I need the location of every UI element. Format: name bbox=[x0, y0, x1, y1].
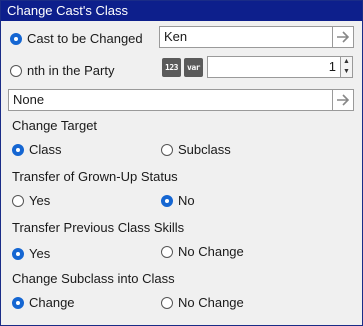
nth-radio-indicator[interactable] bbox=[10, 64, 22, 77]
class-skills-yes-radio[interactable]: Yes bbox=[12, 245, 50, 261]
radio-indicator[interactable] bbox=[161, 296, 173, 309]
change-class-panel: Change Cast's Class Cast to be Changed K… bbox=[0, 0, 363, 326]
subclass-into-class-heading: Change Subclass into Class bbox=[12, 271, 175, 286]
cast-select-button[interactable] bbox=[332, 26, 354, 48]
cast-radio[interactable]: Cast to be Changed bbox=[10, 30, 143, 46]
change-target-subclass-radio[interactable]: Subclass bbox=[161, 141, 231, 157]
numbers-123-icon[interactable]: 123 bbox=[162, 58, 181, 77]
grown-up-no-radio[interactable]: No bbox=[161, 192, 195, 208]
change-target-class-radio[interactable]: Class bbox=[12, 141, 62, 157]
cast-name-field[interactable]: Ken bbox=[159, 26, 334, 48]
radio-indicator[interactable] bbox=[12, 143, 24, 156]
radio-label: Yes bbox=[29, 246, 51, 262]
var-icon[interactable]: var bbox=[184, 58, 203, 77]
radio-label: Change bbox=[29, 295, 75, 311]
arrow-right-icon bbox=[337, 31, 350, 43]
subclass-nochange-radio[interactable]: No Change bbox=[161, 294, 244, 310]
radio-indicator[interactable] bbox=[161, 194, 173, 207]
radio-label: No Change bbox=[178, 295, 244, 311]
radio-label: Class bbox=[29, 142, 62, 158]
class-field[interactable]: None bbox=[8, 89, 334, 111]
radio-indicator[interactable] bbox=[161, 245, 173, 258]
class-skills-heading: Transfer Previous Class Skills bbox=[12, 220, 185, 235]
nth-radio-label: nth in the Party bbox=[27, 63, 115, 79]
radio-label: No bbox=[178, 193, 195, 209]
stepper-down-icon[interactable]: ▼ bbox=[341, 67, 352, 77]
radio-indicator[interactable] bbox=[161, 143, 173, 156]
subclass-change-radio[interactable]: Change bbox=[12, 294, 75, 310]
nth-radio[interactable]: nth in the Party bbox=[10, 62, 114, 78]
arrow-right-icon bbox=[337, 94, 350, 106]
window-title: Change Cast's Class bbox=[1, 1, 362, 21]
change-target-heading: Change Target bbox=[12, 118, 98, 133]
radio-label: No Change bbox=[178, 244, 244, 260]
grown-up-yes-radio[interactable]: Yes bbox=[12, 192, 50, 208]
numbers-icon-text: 123 bbox=[165, 63, 178, 72]
cast-radio-label: Cast to be Changed bbox=[27, 31, 143, 47]
radio-indicator[interactable] bbox=[12, 194, 24, 207]
radio-indicator[interactable] bbox=[12, 247, 24, 260]
grown-up-heading: Transfer of Grown-Up Status bbox=[12, 169, 178, 184]
radio-label: Subclass bbox=[178, 142, 231, 158]
cast-radio-indicator[interactable] bbox=[10, 32, 22, 45]
nth-number-value[interactable]: 1 bbox=[208, 57, 340, 77]
nth-stepper[interactable]: ▲ ▼ bbox=[340, 57, 352, 77]
nth-number-field[interactable]: 1 ▲ ▼ bbox=[207, 56, 353, 78]
var-icon-text: var bbox=[187, 63, 200, 72]
radio-indicator[interactable] bbox=[12, 296, 24, 309]
class-skills-nochange-radio[interactable]: No Change bbox=[161, 243, 244, 259]
class-select-button[interactable] bbox=[332, 89, 354, 111]
radio-label: Yes bbox=[29, 193, 51, 209]
